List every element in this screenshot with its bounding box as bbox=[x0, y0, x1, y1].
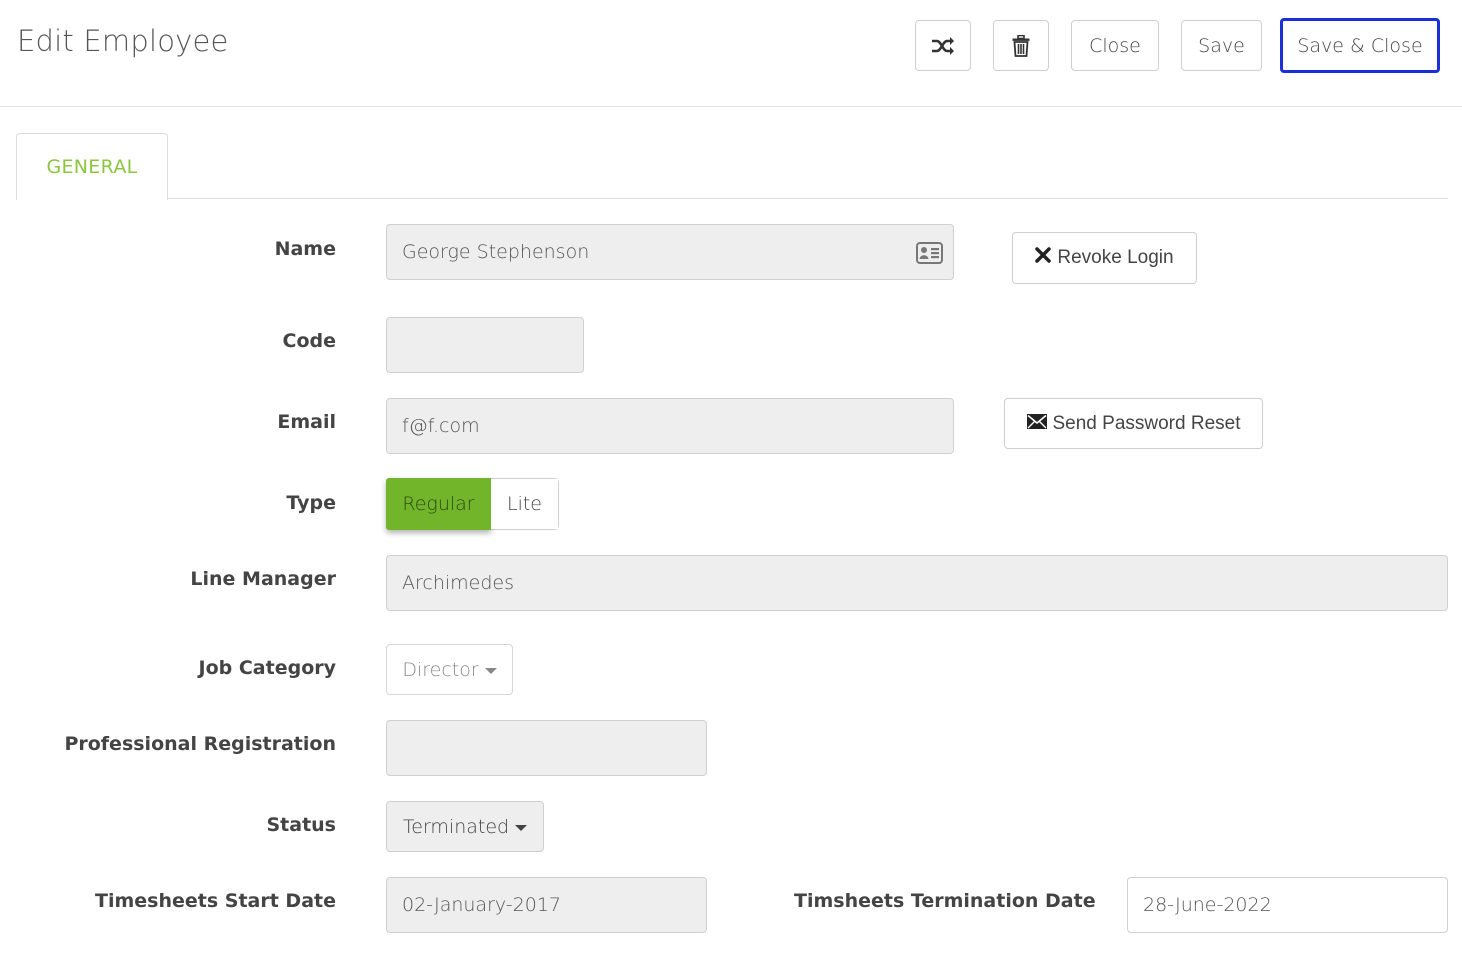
tab-general[interactable]: GENERAL bbox=[16, 133, 168, 200]
code-label: Code bbox=[282, 330, 336, 352]
trash-icon bbox=[1012, 34, 1030, 57]
envelope-icon bbox=[1026, 413, 1047, 435]
status-value: Terminated bbox=[402, 815, 510, 838]
shuffle-button[interactable] bbox=[915, 20, 971, 71]
line-manager-label: Line Manager bbox=[190, 568, 336, 590]
type-option-lite[interactable]: Lite bbox=[491, 479, 558, 529]
job-category-dropdown[interactable]: Director bbox=[386, 644, 513, 695]
code-input[interactable] bbox=[386, 317, 584, 373]
send-password-reset-button[interactable]: Send Password Reset bbox=[1004, 398, 1263, 449]
close-button[interactable]: Close bbox=[1071, 20, 1159, 71]
tab-divider bbox=[168, 198, 1448, 199]
shuffle-icon bbox=[931, 36, 955, 56]
type-toggle: Regular Lite bbox=[386, 478, 559, 530]
send-password-reset-label: Send Password Reset bbox=[1052, 412, 1241, 434]
type-option-regular[interactable]: Regular bbox=[386, 478, 491, 530]
timesheets-start-date-label: Timesheets Start Date bbox=[95, 890, 336, 912]
contact-card-icon bbox=[916, 242, 943, 269]
chevron-down-icon bbox=[484, 668, 497, 674]
timesheets-termination-date-input[interactable]: 28-June-2022 bbox=[1127, 877, 1448, 933]
header-divider bbox=[0, 106, 1462, 107]
delete-button[interactable] bbox=[993, 20, 1049, 71]
name-value: George Stephenson bbox=[402, 241, 590, 263]
chevron-down-icon bbox=[515, 825, 528, 831]
job-category-label: Job Category bbox=[198, 657, 336, 679]
revoke-login-button[interactable]: Revoke Login bbox=[1012, 232, 1197, 284]
status-dropdown[interactable]: Terminated bbox=[386, 801, 544, 852]
email-label: Email bbox=[277, 411, 336, 433]
professional-registration-label: Professional Registration bbox=[64, 733, 336, 755]
type-label: Type bbox=[286, 492, 336, 514]
close-icon bbox=[1035, 247, 1052, 269]
line-manager-input[interactable]: Archimedes bbox=[386, 555, 1448, 611]
name-input[interactable]: George Stephenson bbox=[386, 224, 954, 280]
save-button[interactable]: Save bbox=[1181, 20, 1262, 71]
timesheets-termination-date-label: Timsheets Termination Date bbox=[794, 890, 1096, 912]
timesheets-start-date-input[interactable]: 02-January-2017 bbox=[386, 877, 707, 933]
revoke-login-label: Revoke Login bbox=[1057, 247, 1174, 268]
status-label: Status bbox=[266, 814, 336, 836]
email-input[interactable]: f@f.com bbox=[386, 398, 954, 454]
name-label: Name bbox=[274, 238, 336, 260]
page-title: Edit Employee bbox=[17, 24, 229, 58]
job-category-value: Director bbox=[402, 658, 479, 681]
professional-registration-input[interactable] bbox=[386, 720, 707, 776]
save-and-close-button[interactable]: Save & Close bbox=[1280, 18, 1440, 73]
